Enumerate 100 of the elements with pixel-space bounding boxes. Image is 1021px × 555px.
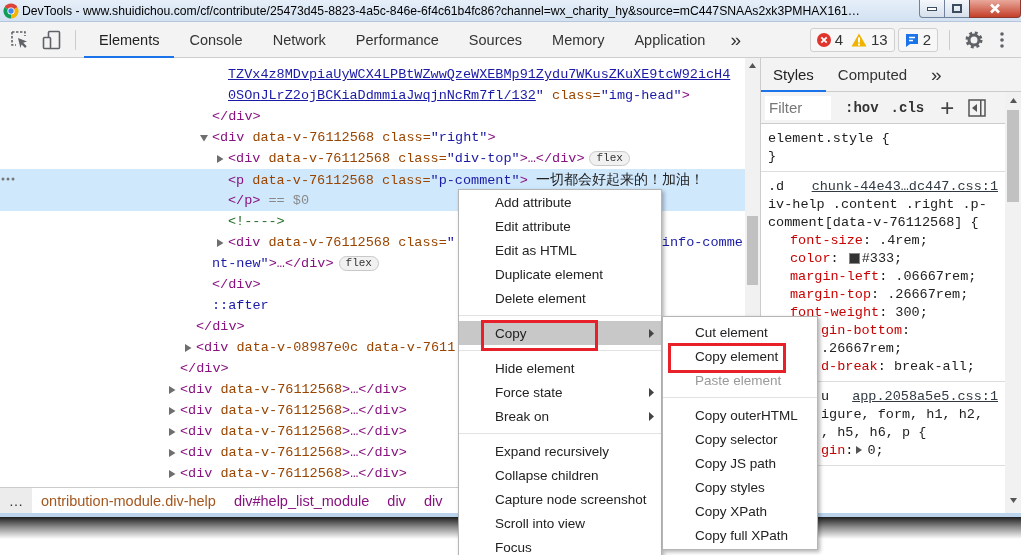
menu-item[interactable]: Break on bbox=[459, 404, 661, 428]
code-line: <div data-v-76112568>…</div> bbox=[180, 382, 407, 397]
source-link[interactable]: chunk-44e43…dc447.css:1 bbox=[811, 178, 998, 194]
code-line: <!----> bbox=[228, 214, 285, 229]
tab[interactable]: Sources bbox=[453, 21, 538, 58]
inspect-icon[interactable] bbox=[10, 29, 30, 50]
menu-item[interactable]: Copy XPath bbox=[663, 499, 817, 523]
more-tabs-button[interactable]: » bbox=[919, 58, 954, 91]
code-line: <div data-v-76112568 class=" bbox=[228, 235, 455, 250]
source-link[interactable]: app.2058a5e5.css:1 bbox=[852, 388, 998, 404]
scroll-down-icon[interactable] bbox=[1009, 498, 1017, 503]
code-line: <div data-v-76112568 class="div-top">…</div> bbox=[228, 151, 585, 166]
caret-right-icon[interactable] bbox=[184, 343, 192, 352]
settings-icon[interactable] bbox=[964, 29, 984, 50]
tab[interactable]: Application bbox=[619, 21, 721, 58]
menu-icon[interactable] bbox=[1000, 31, 1004, 48]
scroll-up-icon[interactable] bbox=[749, 63, 756, 68]
menu-item[interactable]: Copy JS path bbox=[663, 451, 817, 475]
css-selector: , h5, h6, p { bbox=[821, 424, 927, 440]
tab[interactable]: Elements bbox=[84, 21, 175, 58]
css-declaration: d-break: break-all; bbox=[821, 358, 975, 374]
css-declaration: #333; bbox=[861, 250, 903, 266]
menu-item[interactable]: Expand recursively bbox=[459, 439, 661, 463]
menu-item[interactable]: Hide element bbox=[459, 356, 661, 380]
sidebar-toggle-icon[interactable] bbox=[968, 98, 987, 117]
breadcrumb[interactable]: ontribution-module.div-help bbox=[32, 492, 225, 509]
issue-count: 13 bbox=[870, 31, 888, 48]
breadcrumb-overflow-button[interactable]: … bbox=[0, 488, 32, 513]
menu-item[interactable]: Copy full XPath bbox=[663, 523, 817, 547]
code-line: </p> == $0 bbox=[228, 193, 309, 208]
minimize-icon bbox=[927, 6, 937, 11]
class-toggle-button[interactable]: .cls bbox=[890, 99, 925, 116]
tab[interactable]: Performance bbox=[340, 21, 454, 58]
css-declaration: gin-bottom: bbox=[821, 322, 911, 338]
code-line: </div> bbox=[180, 361, 229, 376]
minimize-button[interactable] bbox=[919, 0, 945, 18]
tab[interactable]: Console bbox=[174, 21, 258, 58]
message-icon bbox=[904, 32, 919, 47]
css-selector: .d bbox=[768, 178, 785, 194]
layout-badge[interactable]: flex bbox=[589, 151, 630, 166]
caret-down-icon[interactable] bbox=[200, 133, 208, 142]
menu-item[interactable]: Edit attribute bbox=[459, 214, 661, 238]
filter-field[interactable]: Filter bbox=[765, 95, 831, 120]
menu-item[interactable]: Collapse children bbox=[459, 463, 661, 487]
scrollbar-thumb[interactable] bbox=[1007, 110, 1019, 202]
breadcrumb[interactable]: div bbox=[378, 492, 415, 509]
menu-item[interactable]: Force state bbox=[459, 380, 661, 404]
menu-item[interactable]: Scroll into view bbox=[459, 511, 661, 535]
css-declaration: margin-top: .26667rem; bbox=[790, 286, 969, 302]
css-declaration: font-weight: 300; bbox=[790, 304, 928, 320]
menu-item[interactable]: Duplicate element bbox=[459, 262, 661, 286]
code-line: ::after bbox=[212, 298, 269, 313]
css-declaration: font-size: .4rem; bbox=[790, 232, 928, 248]
menu-item[interactable]: Copy selector bbox=[663, 427, 817, 451]
window-title: DevTools - www.shuidichou.com/cf/contribute/25473d45-8823-4a5c-846e-6f4c61b4fc86?channel=wx_charity_hy&source=mC447SNAAs2xk3PMHAX161… bbox=[22, 3, 861, 18]
caret-right-icon[interactable] bbox=[216, 238, 224, 247]
code-line: 0SOnJLrZ2ojBCKiaDdmmiaJwqjnNcRm7fl/132" class="img-head"> bbox=[228, 88, 690, 103]
app-icon bbox=[3, 3, 19, 19]
caret-right-icon[interactable] bbox=[168, 385, 176, 394]
scrollbar-thumb[interactable] bbox=[747, 216, 758, 285]
menu-item[interactable]: Cut element bbox=[663, 320, 817, 344]
add-rule-button[interactable]: + bbox=[940, 97, 955, 118]
ellipsis-icon[interactable] bbox=[1, 177, 15, 181]
css-declaration: .26667rem; bbox=[821, 340, 902, 356]
code-line: <div data-v-08987e0c data-v-7611 bbox=[196, 340, 456, 355]
issues-counter[interactable]: 4 13 bbox=[809, 27, 895, 52]
caret-right-icon[interactable] bbox=[216, 154, 224, 163]
breadcrumb[interactable]: div bbox=[414, 492, 452, 509]
menu-item[interactable]: Capture node screenshot bbox=[459, 487, 661, 511]
menu-item[interactable]: Copy element bbox=[663, 344, 817, 368]
messages-counter[interactable]: 2 bbox=[897, 27, 938, 52]
tab[interactable]: Computed bbox=[825, 58, 920, 92]
hover-state-button[interactable]: :hov bbox=[845, 99, 879, 116]
device-icon[interactable] bbox=[42, 29, 62, 50]
menu-item[interactable]: Focus bbox=[459, 535, 661, 555]
more-tabs-button[interactable]: » bbox=[720, 28, 751, 51]
maximize-button[interactable] bbox=[944, 0, 970, 18]
tab[interactable]: Network bbox=[257, 21, 341, 58]
close-button[interactable] bbox=[969, 0, 1021, 18]
caret-right-icon[interactable] bbox=[168, 469, 176, 478]
scroll-up-icon[interactable] bbox=[1009, 98, 1017, 103]
caret-right-icon[interactable] bbox=[855, 445, 864, 455]
menu-item[interactable]: Copy styles bbox=[663, 475, 817, 499]
breadcrumb[interactable]: div#help_list_module bbox=[224, 492, 379, 509]
caret-right-icon[interactable] bbox=[168, 448, 176, 457]
tab[interactable]: Memory bbox=[537, 21, 620, 58]
menu-item[interactable]: Copy bbox=[459, 321, 661, 345]
close-icon bbox=[989, 3, 1001, 14]
caret-right-icon[interactable] bbox=[168, 406, 176, 415]
menu-item[interactable]: Delete element bbox=[459, 286, 661, 310]
code-line: TZVx4z8MDvpiaUyWCX4LPBtWZwwQzeWXEBMp91Zydu7WKusZKuXE9tcW92icH4 bbox=[228, 67, 731, 82]
menu-item[interactable]: Copy outerHTML bbox=[663, 403, 817, 427]
caret-right-icon[interactable] bbox=[168, 427, 176, 436]
css-selector: element.style { bbox=[768, 130, 890, 146]
code-line: <div data-v-76112568>…</div> bbox=[180, 466, 407, 481]
layout-badge[interactable]: flex bbox=[338, 256, 379, 271]
menu-item[interactable]: Add attribute bbox=[459, 190, 661, 214]
menu-item[interactable]: Edit as HTML bbox=[459, 238, 661, 262]
tree-row[interactable]: <p data-v-76112568 class="p-comment"> 一切都会好起来的！加油！ bbox=[0, 169, 745, 190]
css-declaration: 0; bbox=[867, 442, 884, 458]
